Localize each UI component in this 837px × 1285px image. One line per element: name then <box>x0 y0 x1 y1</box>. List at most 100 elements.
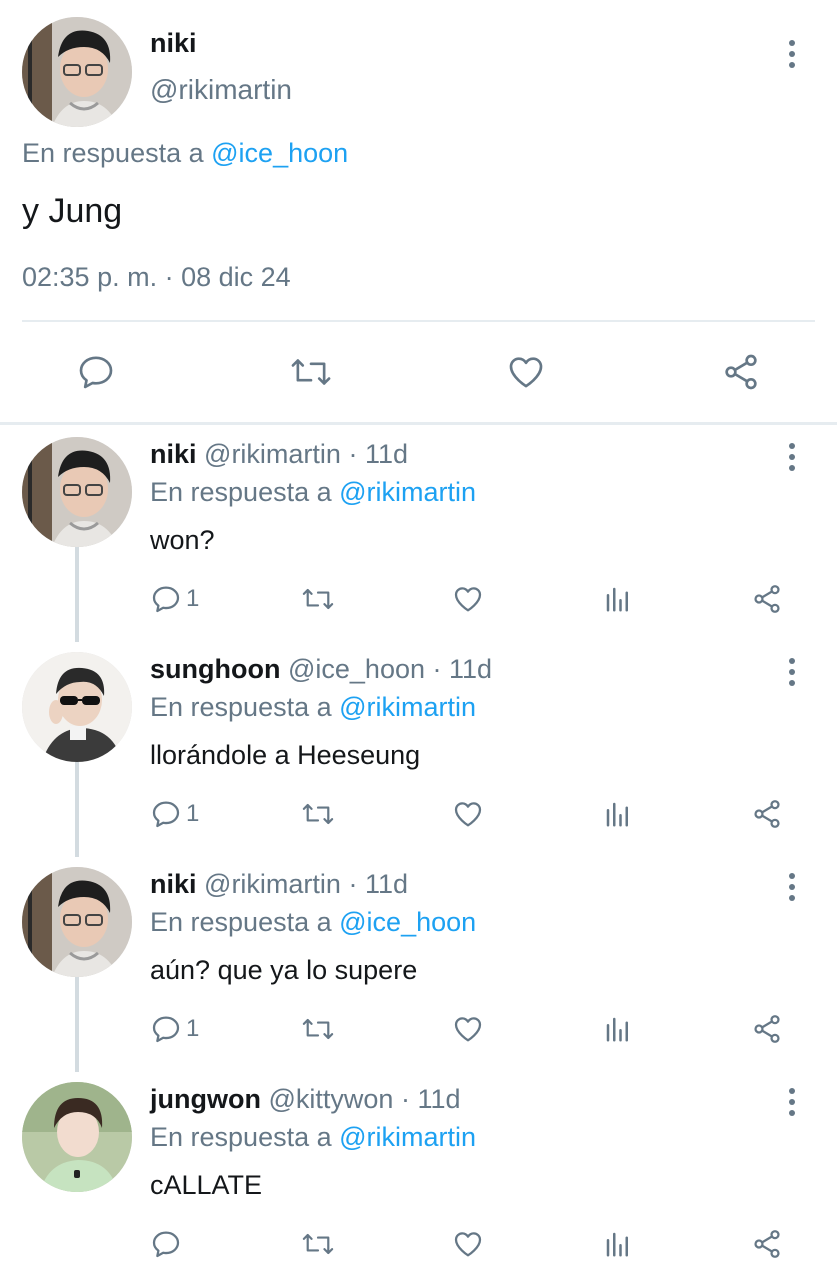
reply-prefix: En respuesta a <box>22 138 204 168</box>
reply-context: En respuesta a @rikimartin <box>150 1122 476 1153</box>
tweet-text: aún? que ya lo supere <box>150 955 418 985</box>
avatar-photo-niki <box>22 867 132 977</box>
bar-chart-icon <box>606 802 628 827</box>
reply-count: 1 <box>186 585 200 612</box>
speech-bubble-icon <box>152 1231 180 1258</box>
share-button[interactable] <box>751 1228 783 1260</box>
reply-to-link[interactable]: @ice_hoon <box>339 907 476 937</box>
share-icon <box>754 1015 780 1043</box>
reply-context: En respuesta a @ice_hoon <box>150 907 476 938</box>
heart-icon <box>454 587 482 612</box>
avatar-photo-jungwon <box>22 1082 132 1192</box>
reply-to-link[interactable]: @rikimartin <box>339 1122 476 1152</box>
reply-to-link[interactable]: @ice_hoon <box>211 138 348 168</box>
share-icon <box>754 1230 780 1258</box>
reply-to-link[interactable]: @rikimartin <box>339 477 476 507</box>
user-handle[interactable]: @rikimartin <box>204 869 341 899</box>
retweet-button[interactable] <box>300 798 336 830</box>
analytics-button[interactable] <box>603 1013 633 1045</box>
speech-bubble-icon <box>152 586 180 613</box>
avatar-photo-sunghoon <box>22 652 132 762</box>
reply-tweet[interactable]: jungwon @kittywon · 11d En respuesta a @… <box>0 1070 837 1285</box>
reply-context: En respuesta a @rikimartin <box>150 692 476 723</box>
heart-icon <box>454 1232 482 1257</box>
tweet-age: · 11d <box>348 439 409 469</box>
display-name[interactable]: sunghoon <box>150 654 280 684</box>
reply-to-link[interactable]: @rikimartin <box>339 692 476 722</box>
share-icon <box>754 800 780 828</box>
user-handle[interactable]: @rikimartin <box>150 74 292 106</box>
more-options-icon[interactable] <box>777 654 807 690</box>
display-name[interactable]: jungwon <box>150 1084 261 1114</box>
retweet-button[interactable] <box>300 1013 336 1045</box>
user-handle[interactable]: @rikimartin <box>204 439 341 469</box>
tweet-actions <box>0 1222 837 1272</box>
display-name[interactable]: niki <box>150 869 197 899</box>
reply-context: En respuesta a @rikimartin <box>150 477 476 508</box>
reply-prefix: En respuesta a <box>150 1122 332 1152</box>
heart-icon <box>509 357 543 388</box>
tweet-actions: 1 <box>0 577 837 627</box>
like-button[interactable] <box>451 1228 485 1260</box>
tweet-age: · 11d <box>432 654 493 684</box>
tweet-actions: 1 <box>0 792 837 842</box>
reply-button[interactable]: 1 <box>150 1013 199 1045</box>
reply-header: niki @rikimartin · 11d <box>150 869 408 900</box>
analytics-button[interactable] <box>603 1228 633 1260</box>
retweet-button[interactable] <box>288 352 334 392</box>
speech-bubble-icon <box>79 356 113 389</box>
more-options-icon[interactable] <box>777 869 807 905</box>
bar-chart-icon <box>606 1017 628 1042</box>
avatar-photo-niki <box>22 437 132 547</box>
reply-button[interactable] <box>76 352 116 392</box>
bar-chart-icon <box>606 1232 628 1257</box>
user-handle[interactable]: @kittywon <box>268 1084 393 1114</box>
like-button[interactable] <box>451 1013 485 1045</box>
share-button[interactable] <box>751 1013 783 1045</box>
tweet-timestamp[interactable]: 02:35 p. m. · 08 dic 24 <box>22 262 291 293</box>
retweet-icon <box>291 359 331 385</box>
avatar[interactable] <box>22 652 132 762</box>
retweet-icon <box>302 1233 334 1255</box>
share-button[interactable] <box>720 352 762 392</box>
reply-prefix: En respuesta a <box>150 692 332 722</box>
analytics-button[interactable] <box>603 583 633 615</box>
avatar[interactable] <box>22 17 132 127</box>
retweet-button[interactable] <box>300 1228 336 1260</box>
display-name[interactable]: niki <box>150 439 197 469</box>
like-button[interactable] <box>451 798 485 830</box>
like-button[interactable] <box>505 352 547 392</box>
more-options-icon[interactable] <box>777 36 807 72</box>
tweet-text: cALLATE <box>150 1170 263 1200</box>
reply-tweet[interactable]: niki @rikimartin · 11d En respuesta a @r… <box>0 425 837 642</box>
avatar[interactable] <box>22 1082 132 1192</box>
like-button[interactable] <box>451 583 485 615</box>
reply-button[interactable]: 1 <box>150 798 199 830</box>
analytics-button[interactable] <box>603 798 633 830</box>
retweet-icon <box>302 803 334 825</box>
reply-button[interactable] <box>150 1228 186 1260</box>
share-icon <box>725 354 757 390</box>
display-name[interactable]: niki <box>150 28 197 59</box>
reply-prefix: En respuesta a <box>150 477 332 507</box>
heart-icon <box>454 1017 482 1042</box>
share-button[interactable] <box>751 798 783 830</box>
reply-tweet[interactable]: sunghoon @ice_hoon · 11d En respuesta a … <box>0 640 837 857</box>
tweet-text: won? <box>150 525 215 555</box>
retweet-icon <box>302 588 334 610</box>
tweet-text: llorándole a Heeseung <box>150 740 421 770</box>
avatar[interactable] <box>22 867 132 977</box>
reply-tweet[interactable]: niki @rikimartin · 11d En respuesta a @i… <box>0 855 837 1072</box>
speech-bubble-icon <box>152 801 180 828</box>
user-handle[interactable]: @ice_hoon <box>288 654 425 684</box>
reply-button[interactable]: 1 <box>150 583 199 615</box>
tweet-actions: 1 <box>0 1007 837 1057</box>
reply-prefix: En respuesta a <box>150 907 332 937</box>
more-options-icon[interactable] <box>777 1084 807 1120</box>
retweet-button[interactable] <box>300 583 336 615</box>
speech-bubble-icon <box>152 1016 180 1043</box>
more-options-icon[interactable] <box>777 439 807 475</box>
avatar-photo-niki <box>22 17 132 127</box>
share-button[interactable] <box>751 583 783 615</box>
avatar[interactable] <box>22 437 132 547</box>
